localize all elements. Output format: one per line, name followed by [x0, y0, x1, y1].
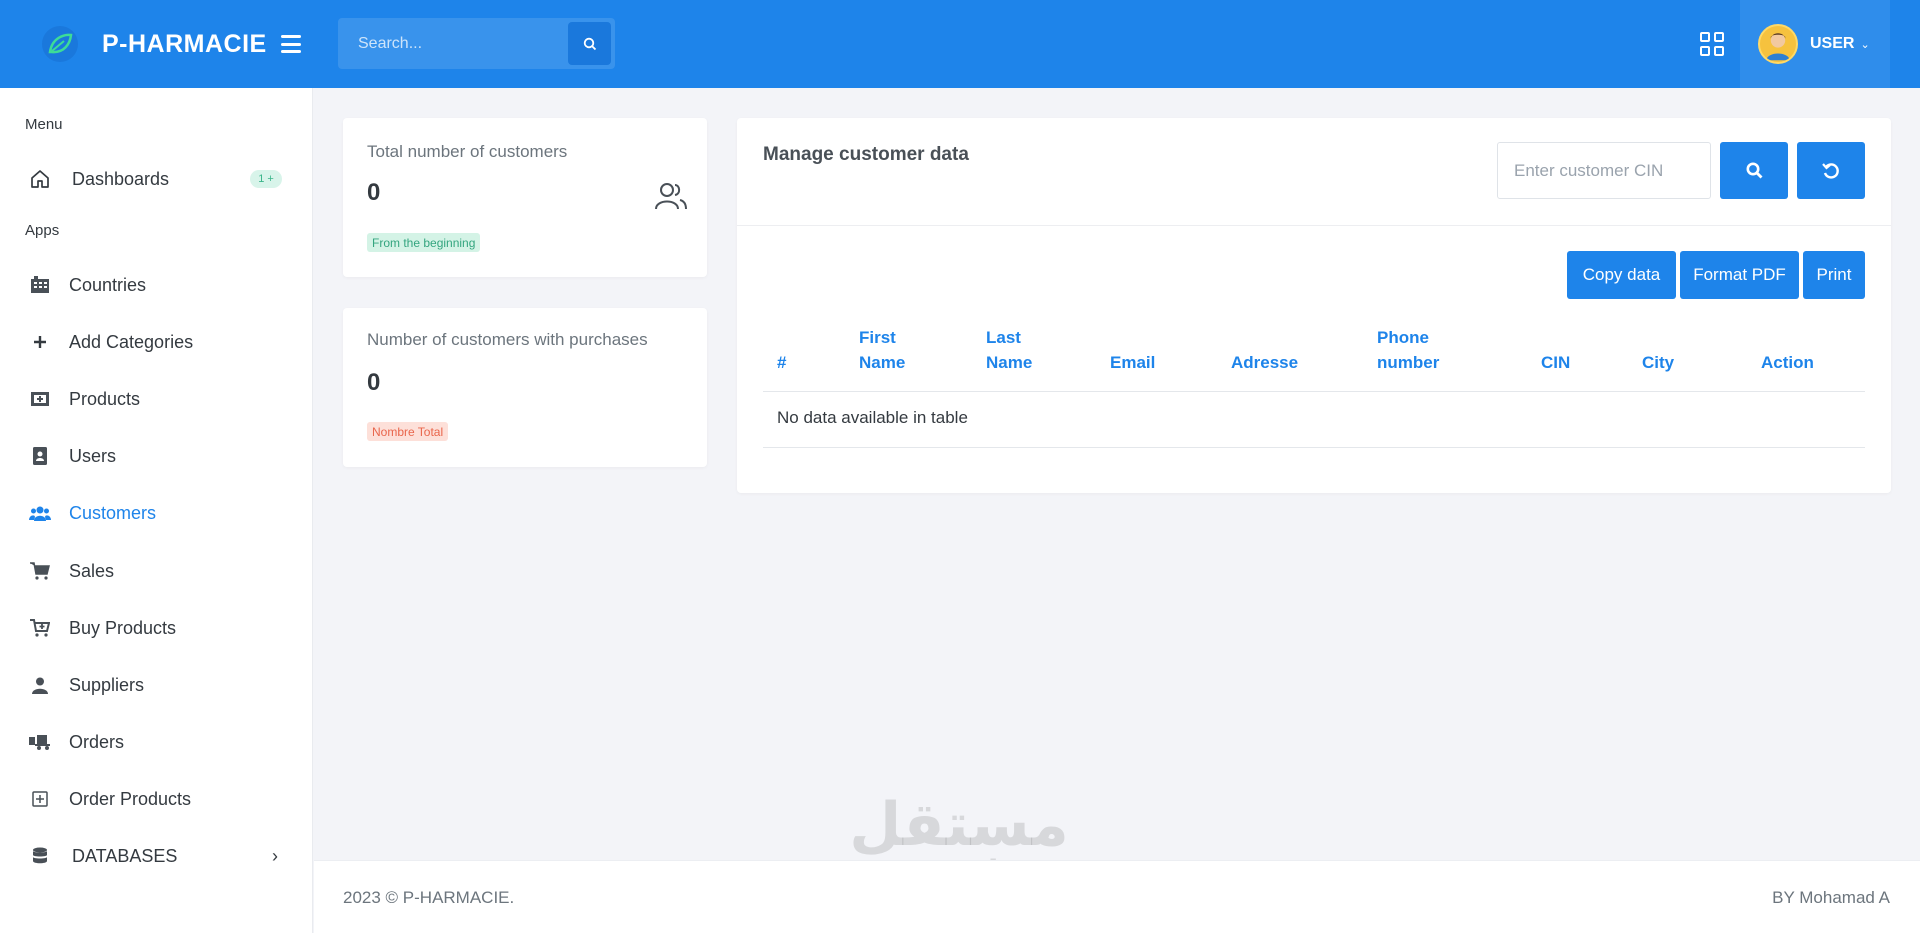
status-badge: From the beginning — [367, 233, 481, 252]
brand-name: P-HARMACIE — [102, 29, 267, 58]
sidebar-item-dashboards[interactable]: Dashboards 1 + — [0, 159, 313, 199]
search-icon — [1746, 162, 1762, 179]
manage-customers-card: Manage customer data Copy data Format PD… — [737, 118, 1891, 493]
table-divider — [763, 391, 1865, 392]
section-apps-title: Apps — [25, 222, 60, 239]
stat-label: Total number of customers — [367, 142, 568, 161]
column-header[interactable]: Adresse — [1231, 350, 1298, 375]
empty-table-message: No data available in table — [777, 408, 968, 427]
format-pdf-button[interactable]: Format PDF — [1680, 251, 1799, 299]
search-input[interactable] — [338, 34, 558, 53]
sidebar-item-databases[interactable]: DATABASES › — [0, 836, 313, 876]
chevron-down-icon: ⌄ — [1860, 38, 1870, 51]
column-header[interactable]: CIN — [1541, 350, 1570, 375]
avatar — [1758, 24, 1798, 64]
sidebar-item-add-categories[interactable]: Add Categories — [0, 322, 313, 362]
footer-copyright: 2023 © P-HARMACIE. — [343, 888, 515, 907]
building-icon — [29, 274, 51, 296]
column-header[interactable]: Last Name — [986, 325, 1032, 375]
sidebar-item-countries[interactable]: Countries — [0, 265, 313, 305]
person-icon — [29, 674, 51, 696]
stat-label: Number of customers with purchases — [367, 330, 648, 349]
home-icon — [29, 168, 51, 190]
sidebar-item-products[interactable]: Products — [0, 379, 313, 419]
card-divider — [737, 225, 1891, 226]
column-header[interactable]: Phone number — [1377, 325, 1439, 375]
leaf-logo-icon — [42, 26, 78, 62]
user-name: USER — [1810, 35, 1855, 52]
sidebar-item-label: Add Categories — [69, 331, 194, 352]
sidebar-item-label: Customers — [69, 502, 157, 523]
sidebar-item-label: Products — [69, 388, 141, 409]
sidebar-item-buy-products[interactable]: Buy Products — [0, 608, 313, 648]
stat-value: 0 — [367, 179, 381, 206]
column-header[interactable]: # — [777, 350, 786, 375]
sidebar-item-label: DATABASES — [72, 845, 178, 866]
column-header[interactable]: First Name — [859, 325, 905, 375]
sidebar-item-customers[interactable]: Customers — [0, 493, 313, 533]
topbar: P-HARMACIE USER ⌄ — [0, 0, 1920, 88]
sidebar-item-label: Dashboards — [72, 168, 170, 189]
dashboard-badge: 1 + — [250, 170, 282, 188]
apps-grid-icon[interactable] — [1700, 32, 1724, 56]
stat-card-total-customers: Total number of customers 0 From the beg… — [343, 118, 707, 277]
search-button[interactable] — [568, 22, 611, 65]
truck-icon — [29, 731, 51, 753]
database-icon — [29, 845, 51, 867]
footer-credit: BY Mohamad A — [1772, 888, 1890, 907]
reset-button[interactable] — [1797, 142, 1865, 199]
products-icon — [29, 388, 51, 410]
plus-square-icon — [29, 788, 51, 810]
sidebar-item-label: Sales — [69, 560, 115, 581]
users-icon — [29, 502, 51, 524]
search-icon — [583, 37, 596, 50]
sidebar-item-order-products[interactable]: Order Products — [0, 779, 313, 819]
chevron-right-icon: › — [272, 845, 278, 866]
sidebar-item-label: Order Products — [69, 788, 192, 809]
stat-value: 0 — [367, 369, 381, 396]
print-button[interactable]: Print — [1803, 251, 1865, 299]
column-header[interactable]: Email — [1110, 350, 1155, 375]
search-cin-button[interactable] — [1720, 142, 1788, 199]
sidebar-item-label: Orders — [69, 731, 125, 752]
copy-data-button[interactable]: Copy data — [1567, 251, 1676, 299]
users-outline-icon — [655, 183, 687, 210]
status-badge: Nombre Total — [367, 422, 449, 441]
section-menu-title: Menu — [25, 116, 63, 133]
sidebar-item-orders[interactable]: Orders — [0, 722, 313, 762]
sidebar-item-label: Users — [69, 445, 117, 466]
sidebar-item-label: Countries — [69, 274, 147, 295]
sidebar-item-label: Suppliers — [69, 674, 145, 695]
search-bar — [338, 18, 615, 69]
customer-cin-input[interactable] — [1497, 142, 1711, 199]
refresh-icon — [1822, 162, 1839, 179]
menu-toggle-icon[interactable] — [280, 35, 301, 53]
card-title: Manage customer data — [763, 144, 969, 165]
footer: 2023 © P-HARMACIE. BY Mohamad A — [314, 860, 1920, 933]
sidebar: Menu Dashboards 1 + Apps Countries Add C… — [0, 88, 313, 933]
user-badge-icon — [29, 445, 51, 467]
brand[interactable]: P-HARMACIE — [0, 0, 313, 88]
sidebar-item-users[interactable]: Users — [0, 436, 313, 476]
column-header[interactable]: Action — [1761, 350, 1814, 375]
plus-icon — [29, 331, 51, 353]
column-header[interactable]: City — [1642, 350, 1674, 375]
user-menu[interactable]: USER ⌄ — [1740, 0, 1890, 88]
table-divider — [763, 447, 1865, 448]
cart-icon — [29, 560, 51, 582]
sidebar-item-label: Buy Products — [69, 617, 177, 638]
sidebar-item-sales[interactable]: Sales — [0, 551, 313, 591]
cart-plus-icon — [29, 617, 51, 639]
sidebar-item-suppliers[interactable]: Suppliers — [0, 665, 313, 705]
stat-card-customers-with-purchases: Number of customers with purchases 0 Nom… — [343, 308, 707, 467]
